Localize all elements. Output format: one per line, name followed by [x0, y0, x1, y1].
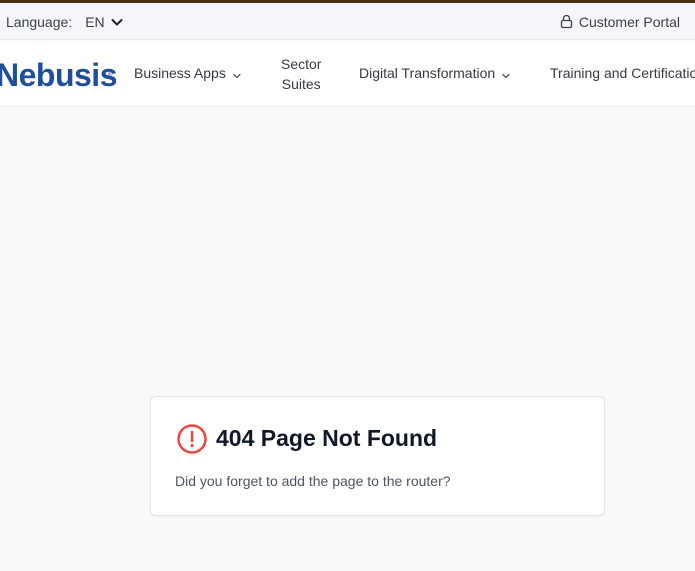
nav-digital-transformation[interactable]: Digital Transformation: [359, 65, 511, 81]
main-navigation: Nebusis ® Business Apps Sector Suites Di…: [0, 41, 695, 107]
language-selector[interactable]: Language: EN: [6, 3, 124, 40]
error-message: Did you forget to add the page to the ro…: [175, 473, 451, 489]
chevron-down-icon: [232, 68, 242, 79]
logo-text: Nebusis: [0, 57, 116, 92]
error-title: 404 Page Not Found: [216, 425, 438, 451]
svg-text:®: ®: [108, 71, 113, 78]
nav-sector-suites-line1[interactable]: Sector: [281, 54, 321, 74]
alert-circle-icon: [176, 423, 208, 455]
language-label: Language:: [6, 13, 73, 30]
utility-bar: Language: EN Customer Portal: [0, 3, 695, 40]
customer-portal-label[interactable]: Customer Portal: [579, 14, 680, 30]
nav-digital-transformation-label[interactable]: Digital Transformation: [359, 65, 495, 81]
lock-icon: [559, 14, 574, 29]
nav-training-certification[interactable]: Training and Certification: [550, 65, 695, 81]
nav-sector-suites[interactable]: Sector Suites: [281, 54, 321, 94]
chevron-down-icon[interactable]: [110, 15, 124, 29]
error-card: 404 Page Not Found Did you forget to add…: [150, 396, 605, 516]
customer-portal-link[interactable]: Customer Portal: [559, 3, 680, 40]
nebusis-logo[interactable]: Nebusis ®: [0, 56, 117, 93]
nav-business-apps[interactable]: Business Apps: [134, 65, 242, 81]
chevron-down-icon: [501, 68, 511, 79]
language-value[interactable]: EN: [85, 14, 104, 30]
nav-training-certification-label[interactable]: Training and Certification: [550, 65, 695, 81]
nav-business-apps-label[interactable]: Business Apps: [134, 65, 226, 81]
nav-sector-suites-line2[interactable]: Suites: [282, 74, 321, 94]
